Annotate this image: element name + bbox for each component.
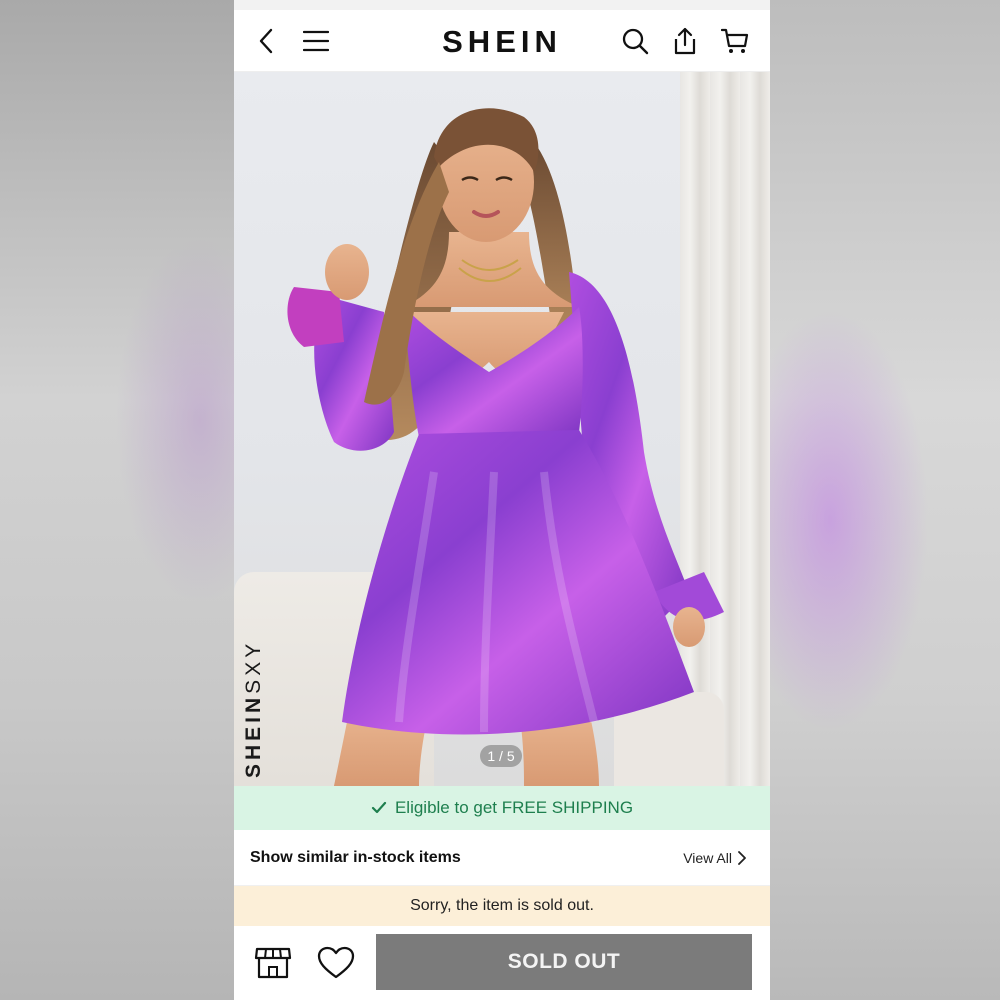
free-shipping-text: Eligible to get FREE SHIPPING bbox=[394, 798, 634, 817]
image-pager: 1 / 5 bbox=[480, 745, 522, 767]
top-navigation-bar: SHEIN bbox=[234, 10, 770, 72]
check-icon bbox=[371, 801, 387, 814]
share-icon[interactable] bbox=[671, 27, 699, 55]
sold-out-button[interactable]: SOLD OUT bbox=[376, 934, 752, 990]
view-all-label: View All bbox=[683, 849, 732, 866]
heart-icon[interactable] bbox=[316, 945, 356, 981]
bottom-action-bar: SOLD OUT bbox=[234, 926, 770, 1000]
chevron-right-icon bbox=[738, 850, 746, 865]
background-right bbox=[770, 0, 1000, 1000]
cart-icon[interactable] bbox=[721, 27, 749, 55]
similar-items-title: Show similar in-stock items bbox=[250, 848, 461, 866]
similar-items-row[interactable]: Show similar in-stock items View All bbox=[234, 830, 770, 886]
store-icon[interactable] bbox=[253, 945, 293, 981]
background-left bbox=[0, 0, 234, 1000]
free-shipping-banner: Eligible to get FREE SHIPPING bbox=[234, 786, 770, 830]
status-strip bbox=[234, 0, 770, 10]
product-image[interactable]: SHEINSXY 1 / 5 bbox=[234, 72, 770, 786]
app-screen: SHEIN SHEINSXY 1 / 5 Eligible to get FRE… bbox=[234, 0, 770, 1000]
view-all-link[interactable]: View All bbox=[683, 850, 746, 866]
model-illustration bbox=[287, 108, 724, 786]
sold-out-notice: Sorry, the item is sold out. bbox=[234, 886, 770, 926]
brand-watermark: SHEINSXY bbox=[242, 639, 265, 778]
search-icon[interactable] bbox=[621, 27, 649, 55]
